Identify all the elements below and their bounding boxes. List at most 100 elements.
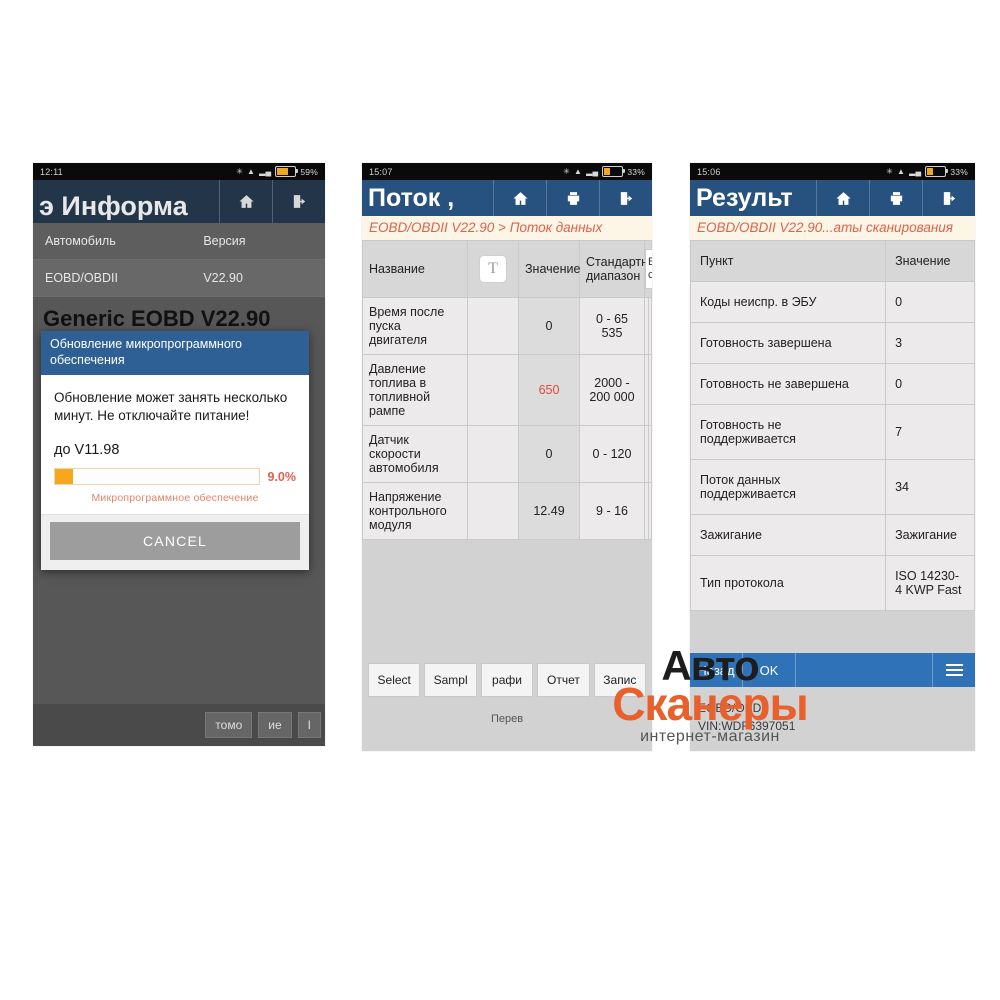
- bottom-button-1[interactable]: томо: [205, 712, 253, 738]
- unit-toggle[interactable]: Британская система Метрическая система: [645, 249, 652, 289]
- menu-button[interactable]: [933, 653, 975, 687]
- table-row[interactable]: Коды неиспр. в ЭБУ 0: [690, 281, 975, 323]
- home-button[interactable]: [816, 180, 869, 216]
- status-bar-1: 12:11 ✳ ▲ ▂▄ 59%: [33, 163, 325, 180]
- vehicle-table-1: Автомобиль Версия EOBD/OBDII V22.90: [33, 223, 325, 297]
- row-range: 0 - 120: [579, 425, 645, 483]
- row-name: Датчик скорости автомобиля: [362, 425, 468, 483]
- vehicle-cell-version: V22.90: [203, 271, 243, 285]
- exit-button[interactable]: [272, 180, 325, 223]
- print-button[interactable]: [546, 180, 599, 216]
- dialog-message: Обновление может занять несколько минут.…: [54, 390, 288, 424]
- col-header-range: Стандартный диапазон: [579, 240, 652, 298]
- nav-spacer: [796, 653, 933, 687]
- row-value: 7: [885, 404, 975, 460]
- exit-button[interactable]: [599, 180, 652, 216]
- row-spacer: [467, 482, 519, 540]
- table-row[interactable]: Напряжение контрольного модуля 12.49 9 -…: [362, 482, 652, 540]
- row-name: Напряжение контрольного модуля: [362, 482, 468, 540]
- home-icon: [238, 195, 254, 208]
- footer-vin: VIN:WDF6397051: [698, 718, 796, 733]
- signal-icon: ▂▄: [586, 166, 599, 176]
- table-row[interactable]: EOBD/OBDII V22.90: [33, 260, 325, 297]
- row-chart-cell[interactable]: [647, 482, 652, 540]
- row-value: 650: [518, 354, 580, 426]
- graph-button[interactable]: рафи: [480, 663, 534, 697]
- wifi-icon: ▲: [247, 166, 256, 176]
- row-value: 0: [518, 297, 580, 355]
- app-bar-3: Результ: [690, 180, 975, 216]
- record-button[interactable]: Запис: [593, 663, 647, 697]
- progress-bar: [54, 468, 260, 486]
- unit-imperial-option[interactable]: Британская система: [645, 249, 652, 289]
- table-row[interactable]: Зажигание Зажигание: [690, 514, 975, 556]
- font-size-icon: T: [479, 255, 507, 283]
- phone-screen-1: 12:11 ✳ ▲ ▂▄ 59% э Информа Автомобиль Ве…: [33, 163, 325, 746]
- status-time: 15:07: [369, 166, 393, 177]
- select-button[interactable]: Select: [368, 663, 421, 697]
- print-button[interactable]: [869, 180, 922, 216]
- row-chart-cell[interactable]: [647, 425, 652, 483]
- back-button[interactable]: Назад: [690, 653, 743, 687]
- table-row[interactable]: Датчик скорости автомобиля 0 0 - 120: [362, 425, 652, 483]
- table-row[interactable]: Давление топлива в топливной рампе 650 2…: [362, 354, 652, 426]
- battery-percent: 33%: [627, 166, 645, 177]
- table-row[interactable]: Тип протокола ISO 14230-4 KWP Fast: [690, 555, 975, 611]
- row-chart-cell[interactable]: [647, 297, 652, 355]
- signal-icon: ▂▄: [909, 166, 922, 176]
- row-value: 0: [518, 425, 580, 483]
- home-button[interactable]: [493, 180, 546, 216]
- sample-button[interactable]: Sampl: [424, 663, 477, 697]
- bottom-button-2[interactable]: ие: [258, 712, 292, 738]
- footer-note-2: Перев: [490, 713, 524, 725]
- exit-icon: [943, 191, 955, 205]
- progress-label: Микропрограммное обеспечение: [91, 492, 259, 505]
- progress-percent: 9.0%: [267, 469, 297, 484]
- row-value: Зажигание: [885, 514, 975, 556]
- bottom-button-3[interactable]: I: [297, 712, 321, 738]
- breadcrumb: EOBD/OBDII V22.90 > Поток данных: [362, 216, 652, 240]
- table-row[interactable]: Поток данных поддерживается 34: [690, 459, 975, 515]
- vehicle-cell-name: EOBD/OBDII: [45, 271, 118, 285]
- row-item: Тип протокола: [690, 555, 887, 611]
- wifi-icon: ▲: [897, 166, 906, 176]
- col-header-font[interactable]: T: [467, 240, 519, 298]
- breadcrumb: EOBD/OBDII V22.90...аты сканирования: [690, 216, 975, 240]
- exit-icon: [620, 191, 632, 205]
- table-row[interactable]: Готовность завершена 3: [690, 322, 975, 364]
- action-button-row-2: Select Sampl рафи Отчет Запис: [362, 663, 652, 697]
- row-item: Коды неиспр. в ЭБУ: [690, 281, 887, 323]
- row-range: 2000 - 200 000: [579, 354, 645, 426]
- app-title-3: Результ: [696, 185, 793, 211]
- row-value: ISO 14230-4 KWP Fast: [885, 555, 975, 611]
- row-item: Готовность не поддерживается: [690, 404, 887, 460]
- bottom-bar-1: томо ие I: [33, 704, 325, 746]
- dialog-footer: CANCEL: [41, 514, 309, 571]
- battery-percent: 33%: [950, 166, 968, 177]
- app-bar-buttons-3: [816, 180, 975, 216]
- row-item: Поток данных поддерживается: [690, 459, 887, 515]
- wifi-icon: ▲: [574, 166, 583, 176]
- app-bar-buttons-2: [493, 180, 652, 216]
- print-icon: [567, 191, 579, 205]
- col-header-units: Британская система Метрическая система: [644, 240, 652, 298]
- status-bar-3: 15:06 ✳ ▲ ▂▄ 33%: [690, 163, 975, 180]
- app-bar-2: Поток ,: [362, 180, 652, 216]
- exit-button[interactable]: [922, 180, 975, 216]
- report-button[interactable]: Отчет: [537, 663, 590, 697]
- col-header-item: Пункт: [690, 240, 887, 282]
- datastream-table: Название T Значение Стандартный диапазон…: [362, 240, 652, 540]
- vehicle-table-header: Автомобиль Версия: [33, 223, 325, 260]
- row-value: 34: [885, 459, 975, 515]
- cancel-button[interactable]: CANCEL: [50, 522, 300, 561]
- hamburger-icon: [945, 669, 963, 671]
- table-row[interactable]: Готовность не поддерживается 7: [690, 404, 975, 460]
- row-item: Готовность завершена: [690, 322, 887, 364]
- scan-results-table: Пункт Значение Коды неиспр. в ЭБУ 0 Гото…: [690, 240, 975, 611]
- home-button[interactable]: [219, 180, 272, 223]
- table-row[interactable]: Готовность не завершена 0: [690, 363, 975, 405]
- ok-button[interactable]: OK: [743, 653, 796, 687]
- table-row[interactable]: Время после пуска двигателя 0 0 - 65 535: [362, 297, 652, 355]
- row-chart-cell[interactable]: [647, 354, 652, 426]
- footer-protocol: EOBD/OBDII: [698, 701, 769, 716]
